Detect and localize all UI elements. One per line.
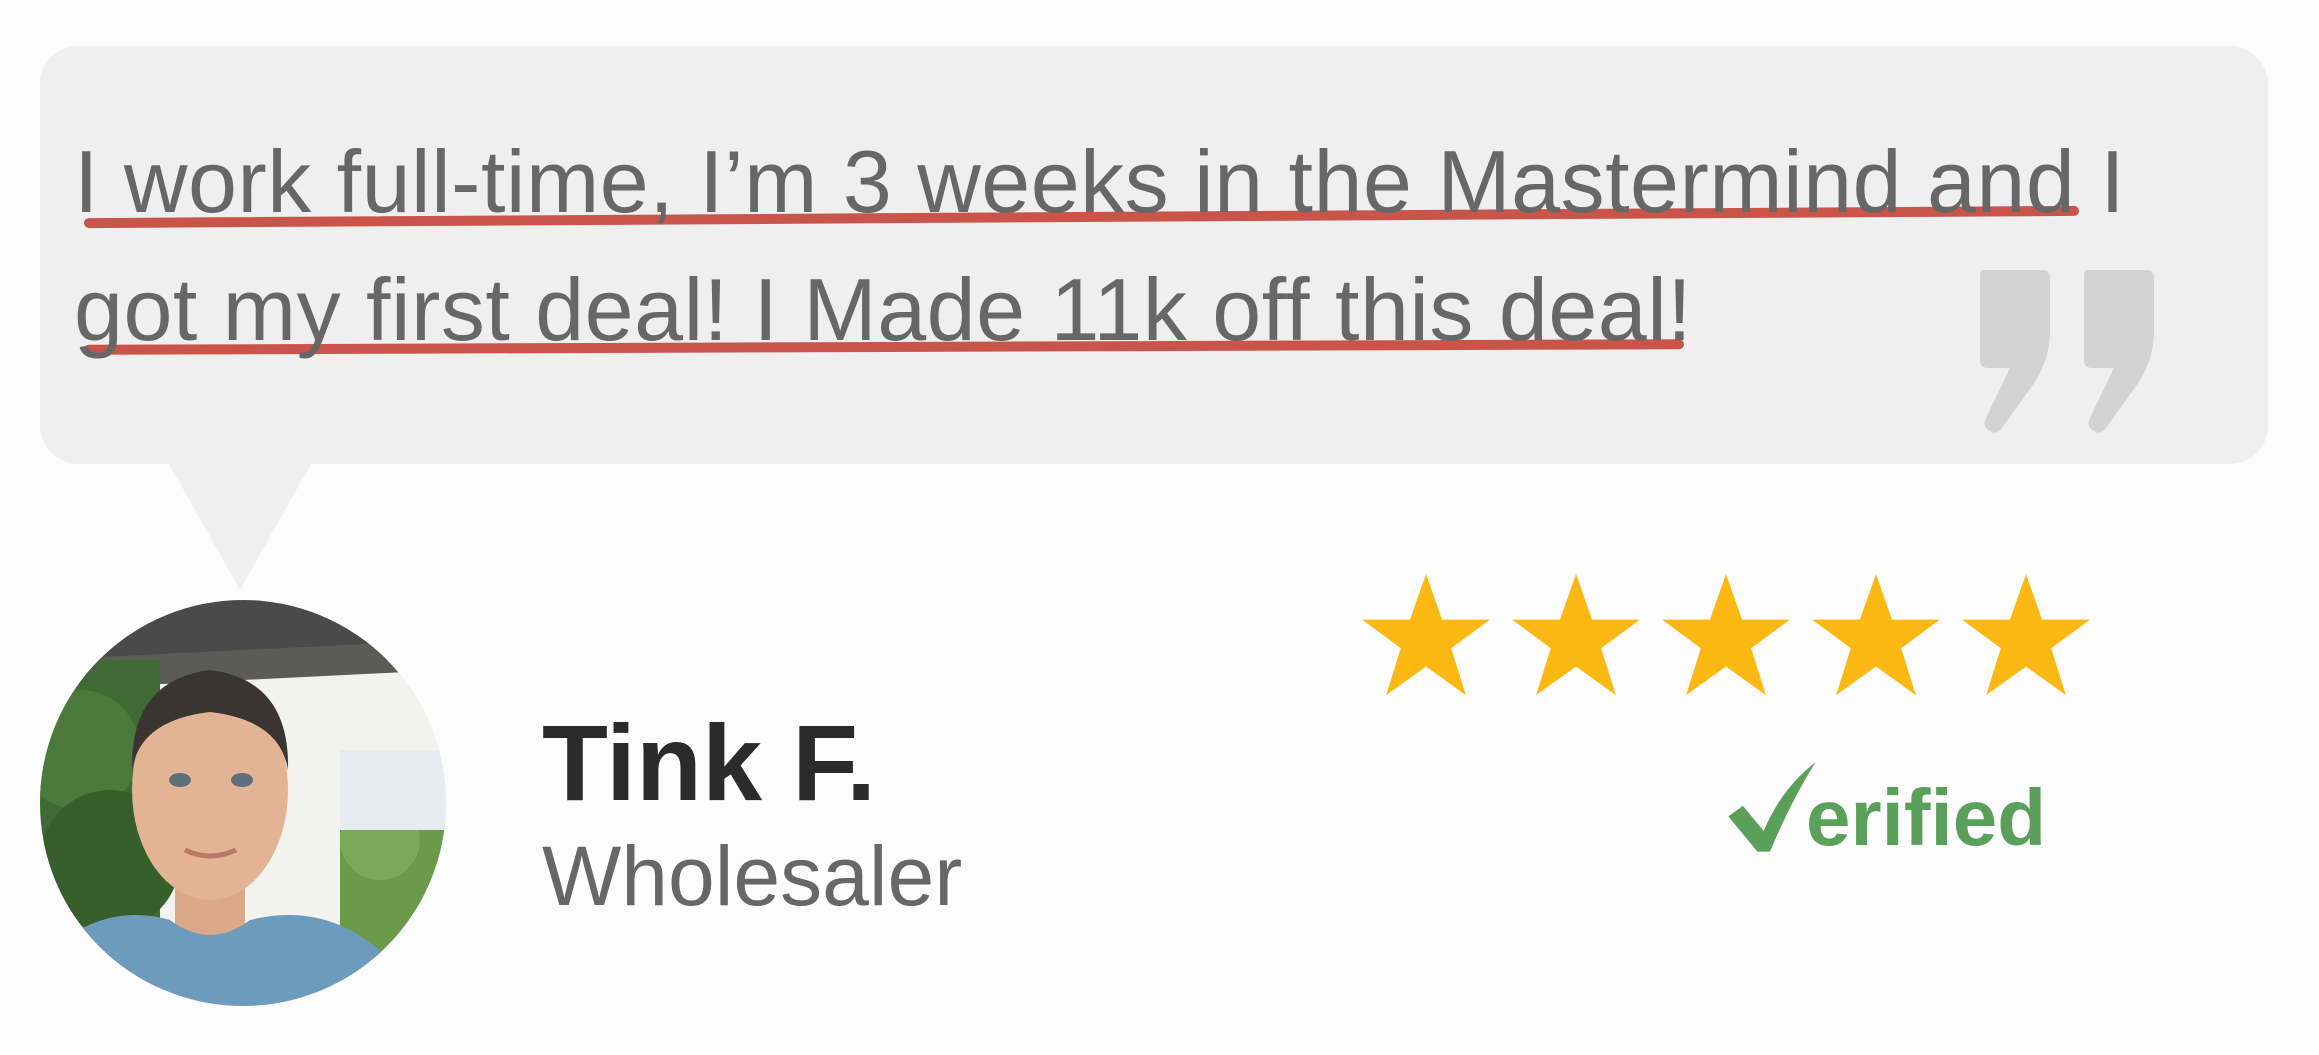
- verified-badge: erified: [1720, 756, 2046, 860]
- star-rating: [1358, 570, 2094, 706]
- star-icon: [1362, 574, 1490, 696]
- star-icon: [1962, 574, 2090, 696]
- author-name: Tink F.: [542, 702, 877, 823]
- author-role: Wholesaler: [542, 829, 963, 923]
- avatar-photo: [40, 600, 446, 1006]
- avatar: [40, 600, 446, 1006]
- verified-label: erified: [1806, 773, 2047, 862]
- bubble-tail: [168, 462, 312, 590]
- quote-line-2: got my first deal! I Made 11k off this d…: [74, 260, 1693, 359]
- testimonial-quote: I work full-time, I’m 3 weeks in the Mas…: [74, 118, 2234, 374]
- quote-line-1: I work full-time, I’m 3 weeks in the Mas…: [74, 132, 2126, 231]
- star-icon: [1662, 574, 1790, 696]
- star-icon: [1512, 574, 1640, 696]
- closing-quote-icon: [1980, 270, 2154, 433]
- star-icon: [1812, 574, 1940, 696]
